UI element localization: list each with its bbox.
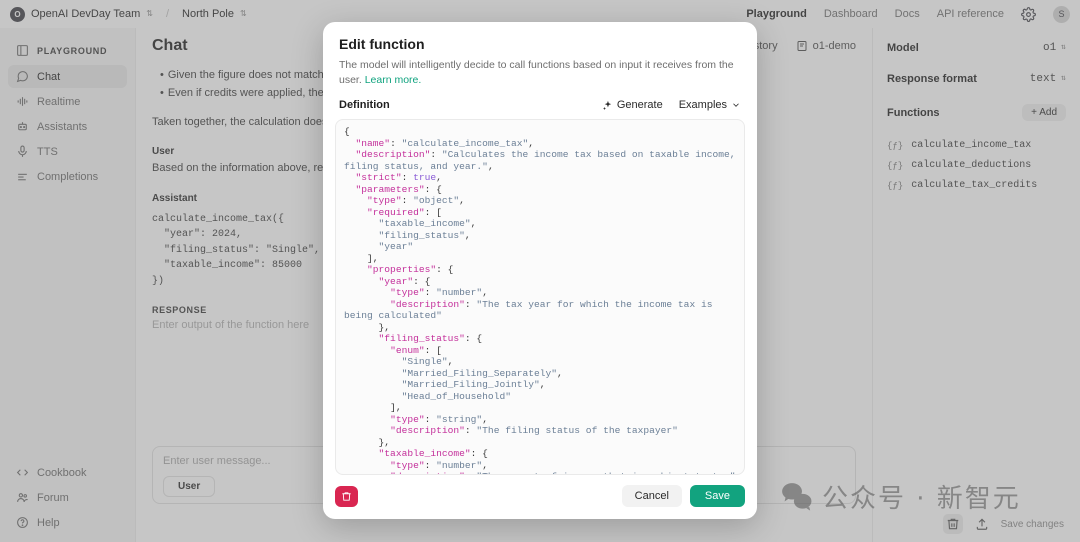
examples-button[interactable]: Examples [679,99,741,111]
definition-label: Definition [339,99,390,111]
edit-function-modal: Edit function The model will intelligent… [323,22,757,519]
modal-footer: Cancel Save [323,475,757,519]
modal-footer-actions: Cancel Save [622,485,745,507]
generate-label: Generate [617,99,663,111]
learn-more-link[interactable]: Learn more. [365,74,422,86]
modal-header: Edit function The model will intelligent… [323,22,757,87]
examples-label: Examples [679,99,727,111]
sparkle-icon [602,100,613,111]
definition-row: Definition Generate Examples [323,87,757,119]
trash-icon [341,491,352,502]
delete-function-button[interactable] [335,486,358,507]
generate-button[interactable]: Generate [602,99,663,111]
save-button[interactable]: Save [690,485,745,507]
modal-title: Edit function [339,36,741,52]
app-root: O OpenAI DevDay Team ⇅ / North Pole ⇅ Pl… [0,0,1080,542]
definition-tools: Generate Examples [602,99,741,111]
cancel-button[interactable]: Cancel [622,485,682,507]
modal-subtitle: The model will intelligently decide to c… [339,58,741,87]
chevron-down-icon [731,100,741,110]
definition-editor[interactable]: { "name": "calculate_income_tax", "descr… [335,119,745,475]
json-code[interactable]: { "name": "calculate_income_tax", "descr… [336,120,744,475]
